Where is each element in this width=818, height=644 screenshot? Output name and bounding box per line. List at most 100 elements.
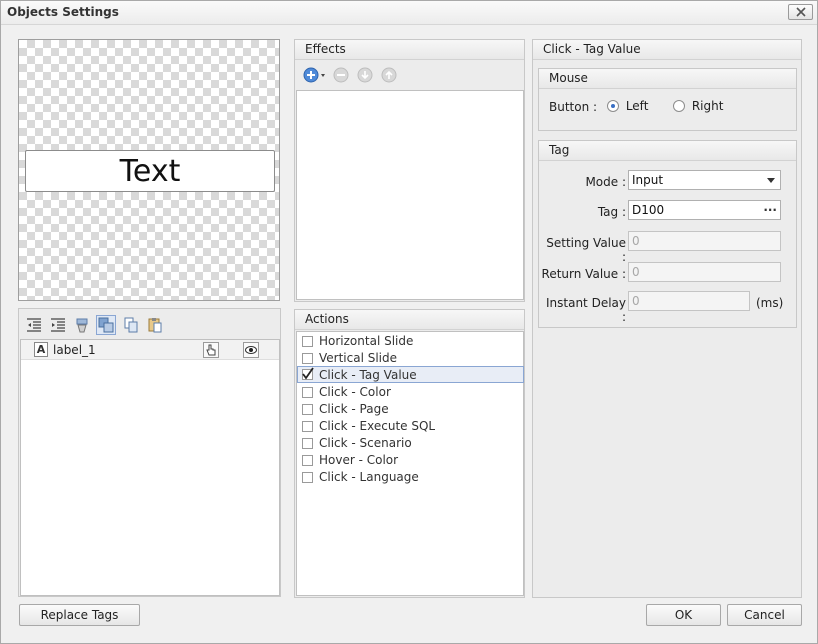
setting-value-input[interactable]: 0 <box>628 231 781 251</box>
action-item-hover-color[interactable]: Hover - Color <box>297 452 524 469</box>
action-item-click-scenario[interactable]: Click - Scenario <box>297 435 524 452</box>
action-checkbox[interactable] <box>302 438 313 449</box>
dialog-title: Objects Settings <box>7 5 119 19</box>
mode-value: Input <box>632 173 664 187</box>
effects-toolbar <box>295 61 524 89</box>
action-label: Click - Execute SQL <box>319 419 436 433</box>
actions-panel: Actions Horizontal Slide Vertical Slide … <box>294 309 525 598</box>
action-item-click-tag-value[interactable]: Click - Tag Value <box>297 366 524 383</box>
delete-layer-button[interactable] <box>73 316 91 334</box>
action-item-click-language[interactable]: Click - Language <box>297 469 524 486</box>
action-label: Click - Color <box>319 385 391 399</box>
arrow-up-icon <box>381 67 397 83</box>
effects-panel: Effects <box>294 39 525 302</box>
replace-tags-button[interactable]: Replace Tags <box>19 604 140 626</box>
return-value-input[interactable]: 0 <box>628 262 781 282</box>
tag-group: Tag Mode : Input Tag : D100 ··· Setting … <box>538 140 797 328</box>
right-radio[interactable] <box>673 100 685 112</box>
add-icon <box>303 67 325 83</box>
instant-delay-label: Instant Delay : <box>546 296 626 324</box>
action-checkbox[interactable] <box>302 421 313 432</box>
objects-settings-dialog: Objects Settings Text A label_1 Effects … <box>0 0 818 644</box>
copy-icon <box>124 317 138 333</box>
return-value-label: Return Value : <box>541 267 626 281</box>
left-radio-option[interactable]: Left <box>607 99 648 113</box>
setting-value-label: Setting Value : <box>546 236 626 264</box>
preview-canvas[interactable]: Text <box>18 39 280 301</box>
action-item-vertical-slide[interactable]: Vertical Slide <box>297 350 524 367</box>
close-button[interactable] <box>788 4 813 20</box>
layers-panel: A label_1 <box>18 308 281 597</box>
indent-left-button[interactable] <box>25 316 43 334</box>
eraser-icon <box>76 318 88 333</box>
delay-unit-label: (ms) <box>756 296 784 310</box>
tag-label: Tag : <box>597 205 626 219</box>
layers-tree: A label_1 <box>20 339 280 596</box>
action-checkbox[interactable] <box>302 404 313 415</box>
return-value: 0 <box>632 265 640 279</box>
action-label: Horizontal Slide <box>319 334 414 348</box>
move-down-button[interactable] <box>356 66 374 84</box>
hand-cursor-icon[interactable] <box>203 342 219 358</box>
eye-icon[interactable] <box>243 342 259 358</box>
group-icon <box>98 317 114 333</box>
action-checkbox[interactable] <box>302 387 313 398</box>
tag-input[interactable]: D100 ··· <box>628 200 781 220</box>
paste-button[interactable] <box>146 316 164 334</box>
move-up-button[interactable] <box>380 66 398 84</box>
preview-text-widget[interactable]: Text <box>25 150 275 192</box>
action-item-horizontal-slide[interactable]: Horizontal Slide <box>297 333 524 350</box>
action-checkbox[interactable] <box>302 472 313 483</box>
actions-list: Horizontal Slide Vertical Slide Click - … <box>296 331 524 596</box>
cancel-button[interactable]: Cancel <box>727 604 802 626</box>
close-icon <box>795 7 806 17</box>
remove-icon <box>333 67 349 83</box>
right-radio-label: Right <box>691 99 724 113</box>
action-item-click-page[interactable]: Click - Page <box>297 401 524 418</box>
tag-value: D100 <box>632 203 665 217</box>
action-label: Click - Page <box>319 402 389 416</box>
effects-list[interactable] <box>296 90 524 300</box>
action-checkbox[interactable] <box>302 455 313 466</box>
layer-row[interactable]: A label_1 <box>21 340 279 360</box>
actions-header: Actions <box>295 310 524 330</box>
action-checkbox[interactable] <box>302 336 313 347</box>
add-effect-button[interactable] <box>302 66 328 84</box>
right-radio-option[interactable]: Right <box>673 99 723 113</box>
layers-toolbar <box>19 309 280 339</box>
label-type-icon: A <box>34 342 48 357</box>
title-bar: Objects Settings <box>1 1 817 25</box>
setting-value: 0 <box>632 234 640 248</box>
instant-delay-value: 0 <box>632 294 640 308</box>
layer-name: label_1 <box>53 343 96 357</box>
indent-left-icon <box>27 318 41 332</box>
browse-tag-button[interactable]: ··· <box>763 201 777 219</box>
settings-panel: Click - Tag Value Mouse Button : Left Ri… <box>532 39 802 598</box>
arrow-down-icon <box>357 67 373 83</box>
action-label: Click - Scenario <box>319 436 412 450</box>
remove-effect-button[interactable] <box>332 66 350 84</box>
mode-label: Mode : <box>585 175 626 189</box>
ok-button[interactable]: OK <box>646 604 721 626</box>
preview-widget-text: Text <box>119 153 181 189</box>
left-radio-label: Left <box>625 99 649 113</box>
group-button[interactable] <box>96 315 116 335</box>
action-label: Hover - Color <box>319 453 399 467</box>
tag-header: Tag <box>539 141 796 161</box>
copy-button[interactable] <box>122 316 140 334</box>
button-label: Button : <box>549 100 598 114</box>
action-label: Vertical Slide <box>319 351 398 365</box>
action-item-click-color[interactable]: Click - Color <box>297 384 524 401</box>
indent-right-button[interactable] <box>49 316 67 334</box>
mouse-group: Mouse Button : Left Right <box>538 68 797 131</box>
instant-delay-input[interactable]: 0 <box>628 291 750 311</box>
action-item-click-execute-sql[interactable]: Click - Execute SQL <box>297 418 524 435</box>
action-checkbox-checked[interactable] <box>302 367 314 380</box>
mode-select[interactable]: Input <box>628 170 781 190</box>
chevron-down-icon <box>767 178 775 183</box>
left-radio[interactable] <box>607 100 619 112</box>
effects-header: Effects <box>295 40 524 60</box>
indent-right-icon <box>51 318 65 332</box>
action-checkbox[interactable] <box>302 353 313 364</box>
settings-header: Click - Tag Value <box>533 40 801 60</box>
